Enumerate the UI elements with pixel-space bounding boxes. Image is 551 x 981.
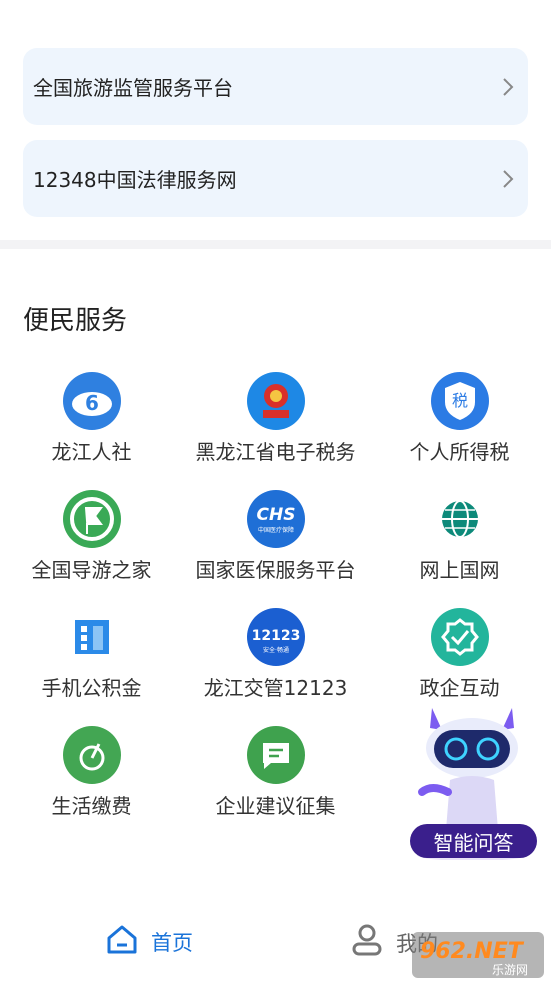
- service-label: 生活缴费: [51, 794, 132, 818]
- chevron-right-icon: [498, 77, 518, 97]
- service-utility-payment[interactable]: 生活缴费: [0, 719, 183, 819]
- svg-text:CHS: CHS: [256, 505, 295, 525]
- service-income-tax[interactable]: 税 个人所得税: [368, 365, 551, 465]
- svg-text:962.NET: 962.NET: [420, 939, 525, 964]
- service-gov-enterprise-interaction[interactable]: 政企互动: [368, 601, 551, 701]
- chevron-right-icon: [498, 169, 518, 189]
- section-divider: [0, 240, 551, 249]
- home-icon: [105, 923, 139, 960]
- service-national-medical-insurance[interactable]: CHS 中国医疗保障 国家医保服务平台: [184, 483, 367, 583]
- svg-text:安全·畅通: 安全·畅通: [263, 646, 289, 654]
- link-card-legal-service[interactable]: 12348中国法律服务网: [23, 140, 528, 217]
- utility-payment-leaf-icon: [62, 726, 121, 784]
- svg-text:12123: 12123: [251, 628, 300, 644]
- service-label: 龙江交管12123: [203, 676, 348, 700]
- svg-text:中国医疗保障: 中国医疗保障: [257, 526, 293, 534]
- income-tax-shield-icon: 税: [430, 372, 489, 430]
- gov-enterprise-check-icon: [430, 608, 489, 666]
- svg-text:税: 税: [451, 391, 467, 410]
- traffic-12123-icon: 12123 安全·畅通: [246, 608, 305, 666]
- service-label: 黑龙江省电子税务: [195, 440, 356, 464]
- service-label: 龙江人社: [51, 440, 132, 464]
- service-label: 全国导游之家: [31, 558, 152, 582]
- tab-home[interactable]: 首页: [105, 923, 193, 960]
- service-state-grid-online[interactable]: 网上国网: [368, 483, 551, 583]
- tab-home-label: 首页: [151, 930, 193, 955]
- link-card-label: 12348中国法律服务网: [33, 168, 237, 192]
- service-tour-guide-home[interactable]: 全国导游之家: [0, 483, 183, 583]
- service-mobile-housing-fund[interactable]: 手机公积金: [0, 601, 183, 701]
- svg-text:乐游网: 乐游网: [492, 963, 528, 977]
- housing-fund-building-icon: [62, 608, 121, 666]
- service-label: 网上国网: [419, 558, 500, 582]
- service-label: 手机公积金: [41, 676, 142, 700]
- link-card-tourism-platform[interactable]: 全国旅游监管服务平台: [23, 48, 528, 125]
- longjiang-hrss-icon: 6: [62, 372, 121, 430]
- site-watermark-logo: 962.NET 乐游网: [412, 932, 544, 978]
- chs-medical-insurance-icon: CHS 中国医疗保障: [246, 490, 305, 548]
- tour-guide-flag-icon: [62, 490, 121, 548]
- tax-emblem-icon: [246, 372, 305, 430]
- suggestion-chat-icon: [246, 726, 305, 784]
- state-grid-globe-icon: [430, 490, 489, 548]
- service-enterprise-suggestions[interactable]: 企业建议征集: [184, 719, 367, 819]
- link-card-label: 全国旅游监管服务平台: [33, 76, 233, 100]
- service-longjiang-hrss[interactable]: 6 龙江人社: [0, 365, 183, 465]
- ai-assistant-label[interactable]: 智能问答: [410, 824, 537, 858]
- service-longjiang-traffic-12123[interactable]: 12123 安全·畅通 龙江交管12123: [184, 601, 367, 701]
- service-hlj-e-tax[interactable]: 黑龙江省电子税务: [184, 365, 367, 465]
- section-title: 便民服务: [23, 306, 128, 336]
- svg-text:6: 6: [85, 391, 99, 415]
- service-label: 政企互动: [419, 676, 500, 700]
- service-label: 企业建议征集: [215, 794, 336, 818]
- user-icon: [350, 923, 384, 962]
- service-label: 国家医保服务平台: [195, 558, 356, 582]
- service-label: 个人所得税: [409, 440, 510, 464]
